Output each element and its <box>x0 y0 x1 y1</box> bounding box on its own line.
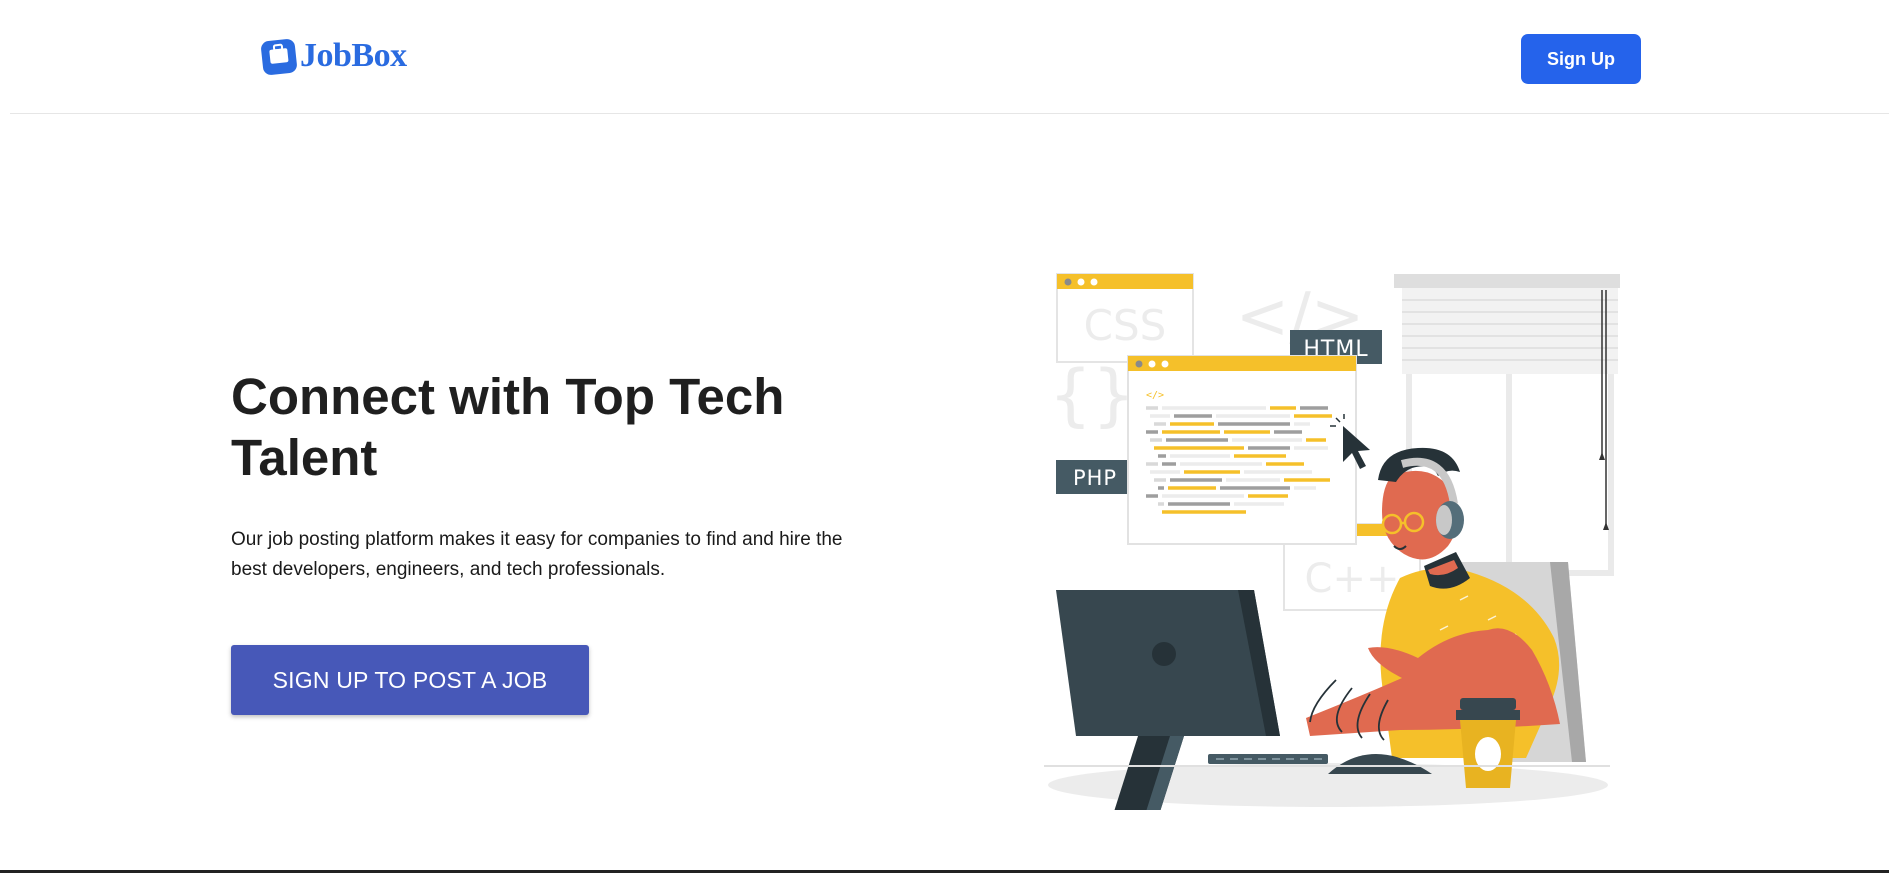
php-badge: PHP <box>1056 460 1134 494</box>
hero-section: Connect with Top Tech Talent Our job pos… <box>231 366 881 585</box>
svg-text:</>: </> <box>1146 390 1164 401</box>
css-window: CSS <box>1056 273 1194 363</box>
php-label: PHP <box>1073 466 1117 490</box>
post-job-button[interactable]: SIGN UP TO POST A JOB <box>231 645 589 715</box>
developer-illustration: CSS </> HTML {} PHP C++ </> <box>1044 273 1620 810</box>
coffee-cup <box>1456 698 1520 788</box>
css-label: CSS <box>1084 301 1167 350</box>
keyboard <box>1208 754 1328 764</box>
brand-logo[interactable]: JobBox <box>260 34 407 78</box>
site-header: JobBox Sign Up <box>10 0 1889 114</box>
signup-button[interactable]: Sign Up <box>1521 34 1641 84</box>
cpp-label: C++ <box>1305 556 1400 602</box>
code-window: </> <box>1127 355 1357 545</box>
hero-title: Connect with Top Tech Talent <box>231 368 785 486</box>
brand-name: JobBox <box>300 37 407 74</box>
braces-glyph: {} <box>1049 356 1136 435</box>
hero-description: Our job posting platform makes it easy f… <box>231 529 843 580</box>
briefcase-icon <box>261 39 297 75</box>
